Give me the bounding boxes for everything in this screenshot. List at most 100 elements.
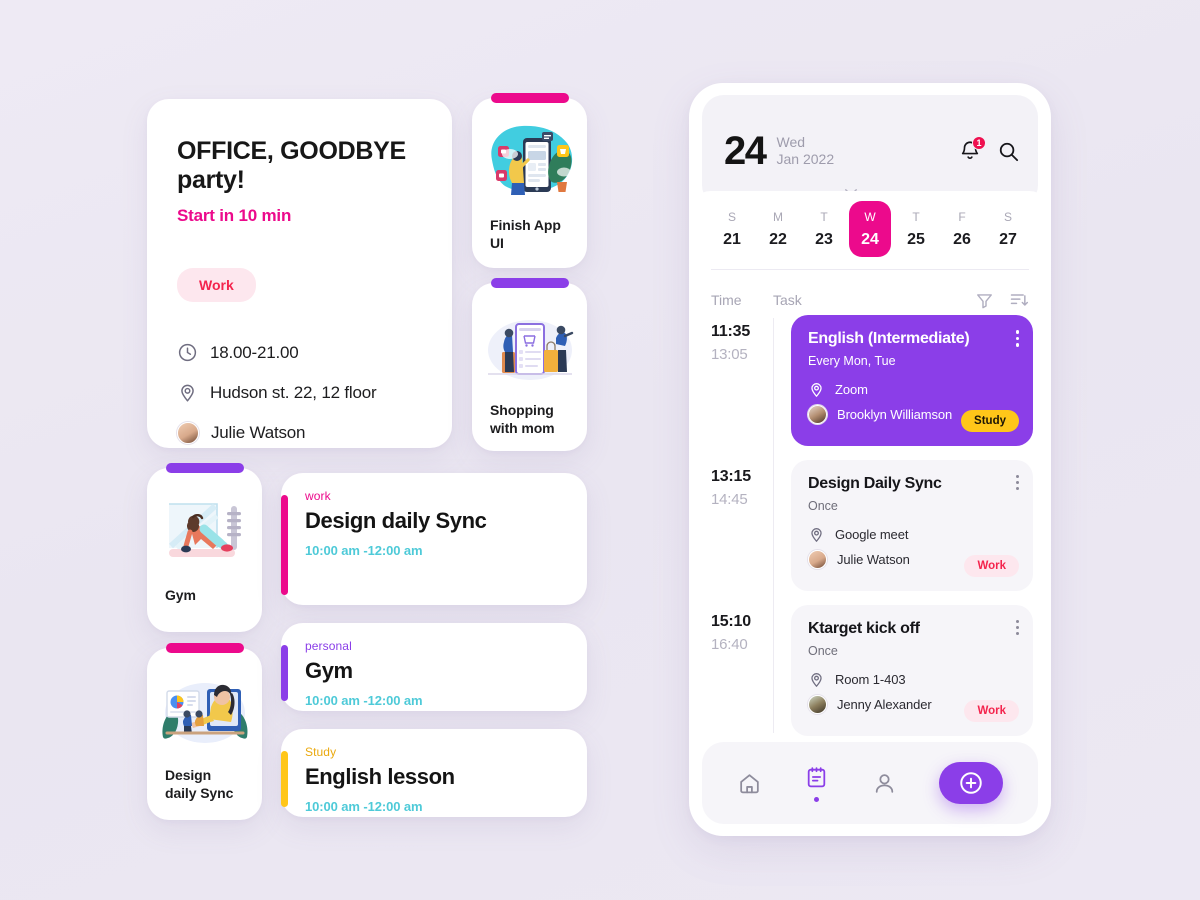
notifications-button[interactable]: 1: [959, 136, 986, 163]
task-category: personal: [305, 639, 352, 653]
nav-active-indicator: [814, 796, 820, 802]
hero-meta-list: 18.00-21.00 Hudson st. 22, 12 floor Juli…: [177, 342, 422, 444]
task-card-gym[interactable]: personal Gym 10:00 am -12:00 am: [281, 623, 587, 711]
avatar: [808, 550, 827, 569]
calendar-icon: [808, 766, 826, 787]
task-tag-badge: Study: [961, 410, 1019, 432]
location-pin-icon: [181, 384, 194, 402]
task-accent-bar: [281, 645, 288, 701]
nav-item-home[interactable]: [737, 771, 762, 796]
task-row-ktarget-kick-off[interactable]: 15:10 16:40 Ktarget kick off Once Room 1…: [711, 605, 1033, 736]
task-card-english-lesson[interactable]: Study English lesson 10:00 am -12:00 am: [281, 729, 587, 817]
app-canvas: OFFICE, GOODBYE party! Start in 10 min W…: [0, 0, 1200, 900]
week-day-number: 23: [815, 230, 833, 248]
illustration-card-label: Gym: [165, 587, 196, 603]
week-day-24-selected[interactable]: W 24: [849, 201, 891, 257]
task-accent-bar: [281, 495, 288, 595]
week-day-number: 25: [907, 230, 925, 248]
task-list: 11:35 13:05 English (Intermediate) Every…: [711, 315, 1033, 750]
week-day-number: 26: [953, 230, 971, 248]
illustration-card-gym[interactable]: Gym: [147, 463, 262, 632]
task-start-time: 13:15: [711, 468, 751, 485]
task-detail-card[interactable]: Design Daily Sync Once Google meet Julie…: [791, 460, 1033, 591]
task-person: Julie Watson: [837, 552, 910, 567]
sort-descending-icon[interactable]: [1009, 290, 1029, 310]
illustration-finish-app-ui: [472, 98, 587, 216]
illustration-card-finish-app-ui[interactable]: Finish App UI: [472, 93, 587, 268]
week-day-27[interactable]: S 27: [987, 201, 1029, 257]
illustration-card-label: Shopping with mom: [490, 402, 555, 437]
card-top-tab: [490, 278, 569, 288]
header-day-number: 24: [724, 128, 767, 173]
task-time: 10:00 am -12:00 am: [305, 692, 423, 708]
week-day-22[interactable]: M 22: [757, 201, 799, 257]
task-location: Room 1-403: [835, 672, 906, 687]
task-title: English lesson: [305, 764, 455, 789]
task-time: 10:00 am -12:00 am: [305, 542, 423, 558]
list-column-header: Time Task: [711, 287, 1029, 313]
header-day-of-week: Wed: [776, 133, 806, 150]
week-day-21[interactable]: S 21: [711, 201, 753, 257]
nav-item-profile[interactable]: [872, 771, 897, 796]
hero-event-card[interactable]: OFFICE, GOODBYE party! Start in 10 min W…: [147, 99, 452, 448]
week-day-letter: T: [820, 209, 828, 224]
location-pin-icon: [811, 528, 822, 542]
task-start-time: 11:35: [711, 323, 751, 340]
add-task-button[interactable]: [938, 762, 1003, 804]
week-day-number: 24: [861, 230, 879, 248]
task-end-time: 14:45: [711, 491, 748, 508]
more-options-icon[interactable]: [1016, 620, 1019, 635]
illustration-card-shopping-with-mom[interactable]: Shopping with mom: [472, 278, 587, 451]
week-day-25[interactable]: T 25: [895, 201, 937, 257]
divider: [711, 269, 1029, 270]
hero-subtitle: Start in 10 min: [177, 206, 292, 225]
task-row-times: 15:10 16:40: [711, 605, 773, 736]
location-pin-icon: [811, 673, 822, 687]
more-options-icon[interactable]: [1015, 330, 1019, 347]
task-person: Jenny Alexander: [837, 697, 932, 712]
task-time: 10:00 am -12:00 am: [305, 798, 423, 814]
search-icon[interactable]: [997, 140, 1020, 163]
task-accent-bar: [281, 751, 288, 807]
more-options-icon[interactable]: [1016, 475, 1019, 490]
task-tag-badge: Work: [964, 700, 1019, 722]
week-day-23[interactable]: T 23: [803, 201, 845, 257]
nav-item-calendar[interactable]: [804, 765, 829, 802]
task-row-english-intermediate[interactable]: 11:35 13:05 English (Intermediate) Every…: [711, 315, 1033, 446]
task-location: Zoom: [835, 382, 868, 397]
hero-location-row: Hudson st. 22, 12 floor: [177, 382, 422, 403]
week-day-letter: M: [773, 209, 783, 224]
task-detail-card[interactable]: Ktarget kick off Once Room 1-403 Jenny A…: [791, 605, 1033, 736]
header-actions: 1: [959, 136, 1020, 163]
week-day-26[interactable]: F 26: [941, 201, 983, 257]
card-top-tab: [165, 643, 244, 653]
bottom-navigation: [702, 742, 1038, 824]
home-icon: [740, 773, 759, 793]
week-day-letter: T: [912, 209, 920, 224]
hero-location-text: Hudson st. 22, 12 floor: [210, 382, 377, 402]
card-top-tab: [165, 463, 244, 473]
person-icon: [875, 773, 893, 793]
clock-icon: [178, 343, 197, 362]
task-title: Gym: [305, 658, 353, 683]
filter-icon[interactable]: [975, 291, 994, 310]
week-day-number: 22: [769, 230, 787, 248]
illustration-card-design-daily-sync[interactable]: Design daily Sync: [147, 643, 262, 820]
task-repeat: Every Mon, Tue: [808, 354, 896, 368]
task-card-design-daily-sync[interactable]: work Design daily Sync 10:00 am -12:00 a…: [281, 473, 587, 605]
illustration-card-label: Design daily Sync: [165, 767, 234, 802]
task-person: Brooklyn Williamson: [837, 407, 953, 422]
task-repeat: Once: [808, 644, 838, 658]
week-day-letter: S: [727, 209, 736, 224]
card-top-tab: [490, 93, 569, 103]
location-pin-icon: [811, 383, 822, 397]
plus-icon: [960, 772, 982, 794]
header-date-text: Wed Jan 2022: [777, 134, 835, 168]
task-row-times: 11:35 13:05: [711, 315, 773, 446]
illustration-card-label: Finish App UI: [490, 217, 561, 252]
task-row-design-daily-sync[interactable]: 13:15 14:45 Design Daily Sync Once Googl…: [711, 460, 1033, 591]
task-detail-card[interactable]: English (Intermediate) Every Mon, Tue Zo…: [791, 315, 1033, 446]
hero-person-row: Julie Watson: [177, 422, 422, 444]
task-category: Study: [305, 745, 337, 759]
phone-mockup: 24 Wed Jan 2022 1 S 21 M 22 T 23 W 24 T …: [689, 83, 1051, 836]
